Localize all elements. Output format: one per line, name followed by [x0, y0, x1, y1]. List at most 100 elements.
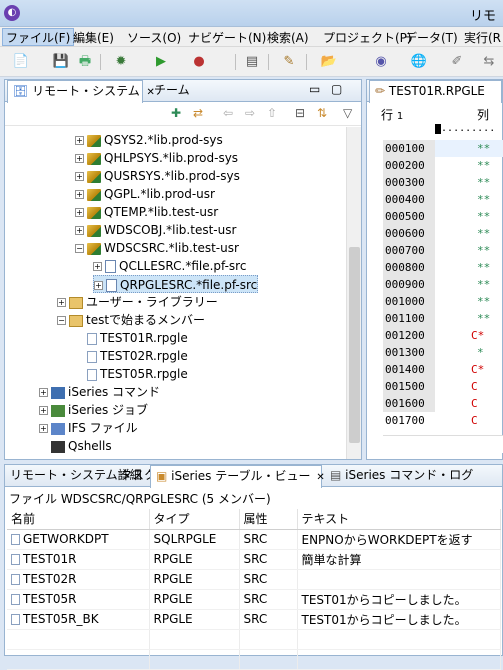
editor-line[interactable]: 001400 C* — [385, 361, 484, 378]
tab-team[interactable]: チーム — [149, 80, 195, 102]
expand-icon[interactable]: + — [39, 388, 48, 397]
editor-line[interactable]: 000500 ** — [385, 208, 490, 225]
tree-item[interactable]: + QTEMP.*lib.test-usr — [75, 203, 218, 221]
collapse-icon[interactable]: − — [57, 316, 66, 325]
tab-remote-systems[interactable]: 🗄 リモート・システム ✕ — [7, 80, 155, 103]
tree-item[interactable]: + QCLLESRC.*file.pf-src — [93, 257, 246, 275]
menu-project[interactable]: プロジェクト(P) — [320, 29, 415, 46]
editor-line[interactable]: 001200 C* — [385, 327, 484, 344]
menu-navigate[interactable]: ナビゲート(N) — [185, 29, 269, 46]
expand-icon[interactable]: + — [39, 424, 48, 433]
new-connection-icon[interactable]: ✚ — [171, 106, 181, 120]
ifs-icon — [51, 422, 65, 435]
up-icon[interactable]: ⇧ — [267, 106, 277, 120]
tree-item[interactable]: TEST02R.rpgle — [75, 347, 188, 365]
task-icon[interactable]: ▤ — [243, 53, 261, 71]
collapse-icon[interactable]: − — [75, 244, 84, 253]
globe-icon[interactable]: 🌐 — [410, 53, 428, 71]
link-icon[interactable]: ⇄ — [193, 106, 203, 120]
new-icon[interactable]: 📄 — [12, 53, 30, 71]
external-tools-icon[interactable]: ● — [190, 53, 208, 71]
expand-icon[interactable]: + — [39, 406, 48, 415]
column-name-header[interactable]: 名前 — [7, 509, 150, 530]
editor-line[interactable]: 000600 ** — [385, 225, 490, 242]
tree-item[interactable]: + iSeries ジョブ — [39, 401, 148, 419]
tab-test01r[interactable]: ✏ TEST01R.RPGLE — [369, 80, 502, 103]
maximize-icon[interactable]: ▢ — [331, 82, 342, 96]
tool-icon[interactable]: ✎ — [280, 53, 298, 71]
editor-hscroll[interactable] — [383, 435, 503, 453]
editor-line[interactable]: 001100 ** — [385, 310, 490, 327]
forward-icon[interactable]: ⇨ — [245, 106, 255, 120]
menu-data[interactable]: データ(T) — [402, 29, 461, 46]
tab-iseries-table-view[interactable]: ▣ iSeries テーブル・ビュー ✕ — [150, 465, 325, 488]
expand-icon[interactable]: + — [94, 281, 103, 290]
edit-icon[interactable]: ✐ — [448, 53, 466, 71]
table-row[interactable]: GETWORKDPT SQLRPGLE SRC ENPNOからWORKDEPTを返す — [7, 529, 501, 550]
tree-item[interactable]: + iSeries コマンド — [39, 383, 160, 401]
expand-icon[interactable]: + — [57, 298, 66, 307]
editor-line[interactable]: 000400 ** — [385, 191, 490, 208]
menu-file[interactable]: ファイル(F) — [2, 28, 75, 46]
column-text-header[interactable]: テキスト — [297, 509, 501, 530]
table-row[interactable]: TEST05R_BK RPGLE SRC TEST01からコピーしました。 — [7, 609, 501, 630]
tab-iseries-command-log[interactable]: ▤ iSeries コマンド・ログ — [325, 465, 478, 487]
open-folder-icon[interactable]: 📂 — [320, 53, 338, 71]
close-icon[interactable]: ✕ — [316, 472, 324, 483]
expand-icon[interactable]: + — [75, 154, 84, 163]
tree-scroll-thumb[interactable] — [349, 247, 360, 443]
menu-edit[interactable]: 編集(E) — [70, 29, 117, 46]
table-row[interactable]: TEST02R RPGLE SRC — [7, 569, 501, 590]
link-editor-icon[interactable]: ⇅ — [317, 106, 327, 120]
table-row[interactable]: TEST05R RPGLE SRC TEST01からコピーしました。 — [7, 589, 501, 610]
editor-line[interactable]: 001600 C — [385, 395, 478, 412]
tree-item[interactable]: + QHLPSYS.*lib.prod-sys — [75, 149, 238, 167]
tree-item[interactable]: + WDSCOBJ.*lib.test-usr — [75, 221, 236, 239]
editor-line[interactable]: 000200 ** — [385, 157, 490, 174]
tree-item[interactable]: − WDSCSRC.*lib.test-usr — [75, 239, 239, 257]
editor-line[interactable]: 000800 ** — [385, 259, 490, 276]
tree-item[interactable]: + IFS ファイル — [39, 419, 138, 437]
format-icon[interactable]: ⇆ — [480, 53, 498, 71]
editor-lines[interactable]: 000100 ** 000200 ** 000300 ** 000400 ** 000500 **… — [385, 140, 503, 430]
tree-item[interactable]: + QSYS2.*lib.prod-sys — [75, 131, 223, 149]
view-menu-icon[interactable]: ▽ — [343, 106, 352, 120]
expand-icon[interactable]: + — [75, 226, 84, 235]
perspective-icon[interactable]: ◉ — [372, 53, 390, 71]
expand-icon[interactable]: + — [93, 262, 102, 271]
menu-source[interactable]: ソース(O) — [124, 29, 184, 46]
tree-item[interactable]: + ユーザー・ライブラリー — [57, 293, 218, 311]
back-icon[interactable]: ⇦ — [223, 106, 233, 120]
menu-search[interactable]: 検索(A) — [264, 29, 312, 46]
print-icon[interactable]: 🖶 — [76, 53, 94, 71]
tree-item[interactable]: TEST05R.rpgle — [75, 365, 188, 383]
expand-icon[interactable]: + — [75, 172, 84, 181]
collapse-all-icon[interactable]: ⊟ — [295, 106, 305, 120]
debug-icon[interactable]: ✹ — [112, 53, 130, 71]
expand-icon[interactable]: + — [75, 208, 84, 217]
tree-item[interactable]: + QUSRSYS.*lib.prod-sys — [75, 167, 240, 185]
expand-icon[interactable]: + — [75, 190, 84, 199]
tree-item[interactable]: Qshells — [39, 437, 112, 455]
column-attribute-header[interactable]: 属性 — [239, 509, 298, 530]
editor-line[interactable]: 001500 C — [385, 378, 478, 395]
editor-line[interactable]: 001300 * — [385, 344, 484, 361]
editor-line[interactable]: 000700 ** — [385, 242, 490, 259]
expand-icon[interactable]: + — [75, 136, 84, 145]
editor-line[interactable]: 001700 C — [385, 412, 478, 429]
editor-line[interactable]: 000900 ** — [385, 276, 490, 293]
tree-item[interactable]: + QGPL.*lib.prod-usr — [75, 185, 215, 203]
table-row[interactable]: TEST01R RPGLE SRC 簡単な計算 — [7, 549, 501, 570]
editor-line[interactable]: 000100 ** — [385, 140, 490, 157]
save-icon[interactable]: 💾 — [52, 53, 70, 71]
minimize-icon[interactable]: ▭ — [309, 82, 320, 96]
tree-item[interactable]: − testで始まるメンバー — [57, 311, 205, 329]
tree-item[interactable]: + QRPGLESRC.*file.pf-src — [93, 275, 259, 293]
menu-run[interactable]: 実行(R — [461, 29, 503, 46]
column-type-header[interactable]: タイプ — [149, 509, 240, 530]
editor-line[interactable]: 000300 ** — [385, 174, 490, 191]
tree-scrollbar[interactable] — [346, 127, 361, 459]
editor-line[interactable]: 001000 ** — [385, 293, 490, 310]
run-icon[interactable]: ▶ — [152, 53, 170, 71]
tree-item[interactable]: TEST01R.rpgle — [75, 329, 188, 347]
